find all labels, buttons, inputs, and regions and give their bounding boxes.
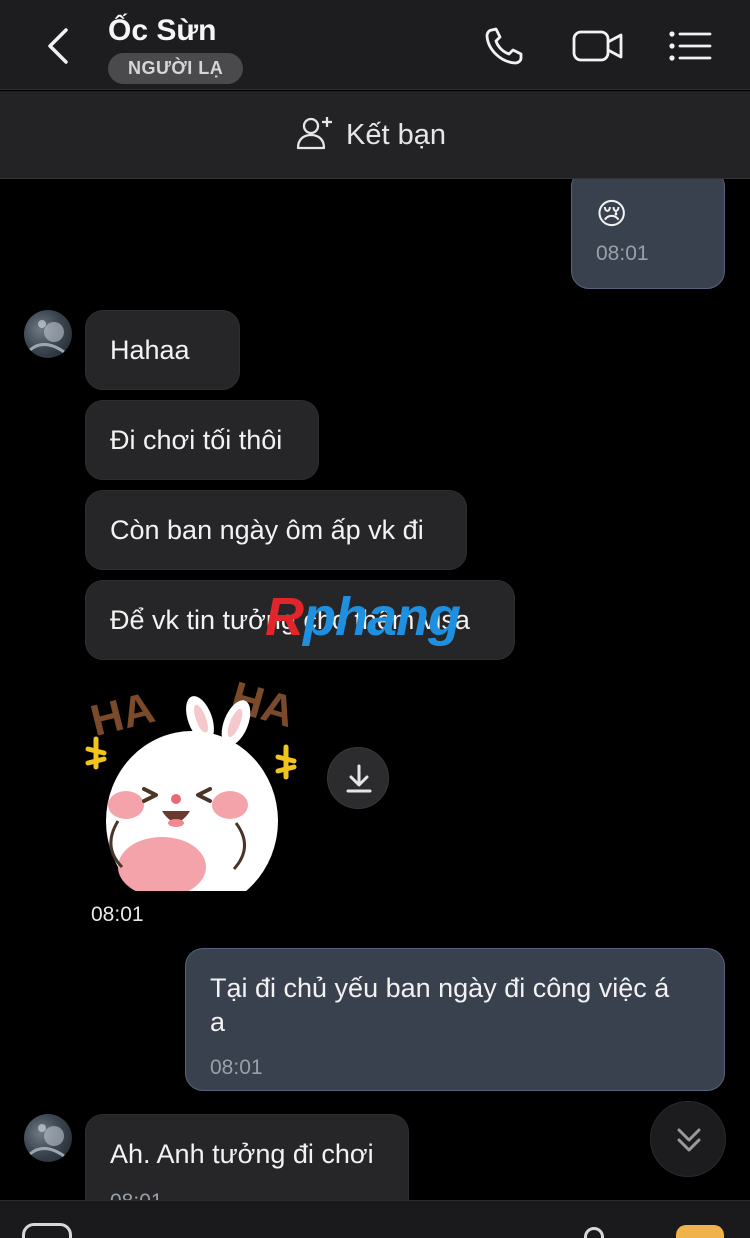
video-call-icon[interactable] [572, 26, 624, 66]
incoming-message[interactable]: Hahaa [85, 310, 240, 390]
back-arrow-icon[interactable] [40, 24, 80, 68]
message-text: Ah. Anh tưởng đi chơi [110, 1139, 374, 1169]
download-icon[interactable] [327, 747, 389, 809]
incoming-message[interactable]: Đi chơi tối thôi [85, 400, 319, 480]
message-text: Hahaa [110, 335, 190, 365]
message-text: Tại đi chủ yếu ban ngày đi công việc á [210, 973, 670, 1003]
message-list[interactable]: 😢 08:01 Hahaa Đi chơi tối thôi Còn ban n… [0, 179, 750, 1200]
incoming-message[interactable]: Ah. Anh tưởng đi chơi 08:01 [85, 1114, 409, 1200]
add-friend-label: Kết bạn [346, 118, 446, 151]
message-time: 08:01 [210, 1056, 263, 1079]
message-time: 08:01 [596, 242, 649, 265]
contact-name[interactable]: Ốc Sừn [108, 14, 216, 48]
message-text: a [210, 1007, 226, 1037]
input-bar [0, 1200, 750, 1238]
sticker-text-left: HA [86, 683, 160, 746]
stranger-badge: NGƯỜI LẠ [108, 53, 244, 84]
sticker-icon[interactable] [22, 1223, 72, 1238]
outgoing-message[interactable]: 😢 08:01 [571, 179, 725, 289]
microphone-icon[interactable] [584, 1227, 604, 1238]
add-friend-bar[interactable]: Kết bạn [0, 91, 750, 179]
chat-header: Ốc Sừn NGƯỜI LẠ [0, 0, 750, 90]
message-text: Đi chơi tối thôi [110, 425, 283, 455]
watermark-logo: Rphang [265, 587, 461, 647]
image-icon[interactable] [676, 1225, 724, 1238]
add-friend-icon [296, 115, 334, 156]
avatar[interactable] [24, 310, 72, 358]
message-time: 08:01 [91, 903, 144, 926]
sticker-bunny[interactable]: HA HA [82, 671, 312, 911]
message-text: Còn ban ngày ôm ấp vk đi [110, 515, 424, 545]
scroll-down-icon[interactable] [650, 1101, 726, 1177]
avatar[interactable] [24, 1114, 72, 1162]
outgoing-message[interactable]: Tại đi chủ yếu ban ngày đi công việc á a… [185, 948, 725, 1091]
message-time: 08:01 [110, 1185, 163, 1200]
phone-icon[interactable] [483, 26, 527, 66]
menu-list-icon[interactable] [668, 26, 712, 66]
incoming-message[interactable]: Còn ban ngày ôm ấp vk đi [85, 490, 467, 570]
crying-emoji: 😢 [596, 198, 628, 231]
